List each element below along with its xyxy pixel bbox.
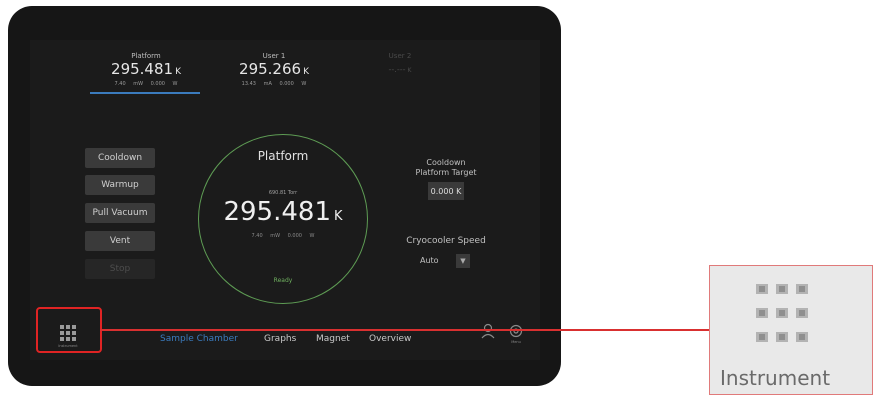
cryocooler-speed-value: Auto: [420, 256, 439, 265]
cooldown-target-label: Cooldown Platform Target: [415, 158, 477, 177]
user-icon[interactable]: [478, 323, 498, 349]
ring-unit: K: [334, 209, 343, 224]
tab-magnet[interactable]: Magnet: [316, 334, 350, 344]
instrument-highlight-box: [36, 307, 102, 353]
app-screen: Platform 295.481 K 7.40 mW 0.000 W User 1…: [30, 40, 540, 360]
stop-button[interactable]: Stop: [85, 259, 155, 279]
readout-value: 295.481: [111, 60, 174, 78]
cooldown-target-field[interactable]: 0.000 K: [428, 182, 464, 200]
readout-label: User 2: [388, 52, 412, 60]
cooldown-button[interactable]: Cooldown: [85, 148, 155, 168]
tab-sample-chamber[interactable]: Sample Chamber: [160, 334, 238, 344]
readout-platform[interactable]: Platform 295.481 K 7.40 mW 0.000 W: [98, 52, 194, 87]
zoom-caption: Instrument: [720, 366, 831, 390]
platform-temperature-ring: Platform 690.81 Torr 295.481 K 7.40 mW 0.…: [198, 134, 368, 304]
readout-unit: K: [407, 67, 412, 74]
readout-selected-underline: [90, 92, 200, 94]
readout-unit: K: [175, 67, 181, 77]
callout-connector-line: [100, 329, 710, 331]
readout-sub: 13.43 mA 0.000 W: [241, 81, 307, 87]
instrument-zoom-callout: Instrument: [709, 265, 873, 395]
menu-caption: Menu: [511, 340, 521, 344]
pull-vacuum-button[interactable]: Pull Vacuum: [85, 203, 155, 223]
readout-value: 295.266: [239, 60, 302, 78]
ring-temperature: 295.481: [223, 197, 331, 227]
warmup-button[interactable]: Warmup: [85, 175, 155, 195]
readout-unit: K: [303, 67, 309, 77]
grid-icon: [756, 284, 808, 342]
ring-power: 7.40 mW 0.000 W: [251, 233, 315, 239]
ring-status: Ready: [273, 277, 293, 284]
ring-title: Platform: [257, 149, 309, 163]
readout-sub: 7.40 mW 0.000 W: [114, 81, 178, 87]
readout-user2[interactable]: User 2 --.--- K: [352, 52, 448, 79]
gear-icon[interactable]: Menu: [506, 323, 526, 349]
vent-button[interactable]: Vent: [85, 231, 155, 251]
tab-graphs[interactable]: Graphs: [264, 334, 296, 344]
readout-user1[interactable]: User 1 295.266 K 13.43 mA 0.000 W: [226, 52, 322, 87]
tab-overview[interactable]: Overview: [369, 334, 411, 344]
ring-pressure: 690.81 Torr: [268, 190, 298, 196]
cryocooler-speed-label: Cryocooler Speed: [406, 236, 486, 246]
chevron-down-icon[interactable]: ▼: [456, 254, 470, 268]
readout-value: --.---: [388, 65, 406, 74]
